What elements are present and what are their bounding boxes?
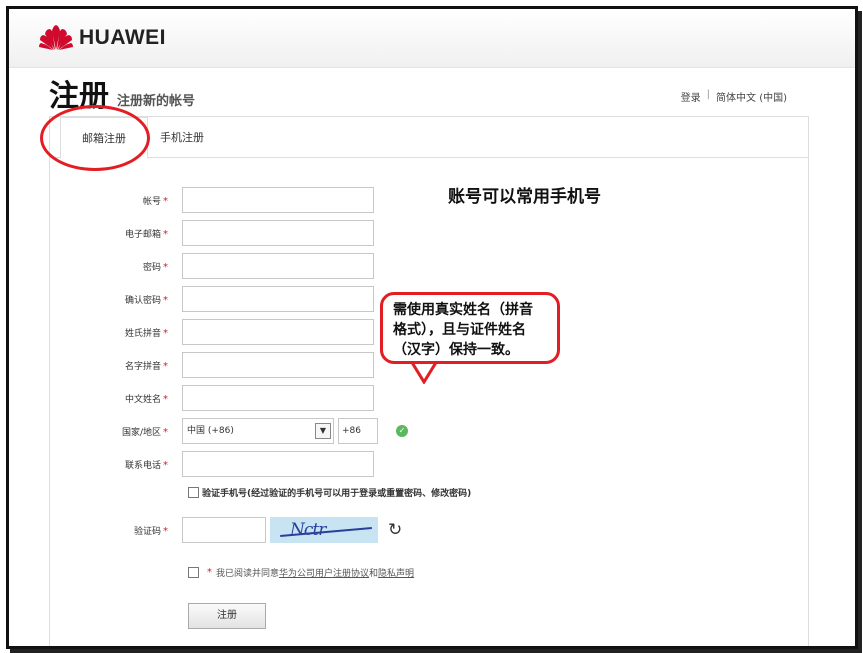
account-row: 帐号 * — [50, 187, 808, 215]
confirm-password-input[interactable] — [182, 286, 374, 312]
agree-checkbox[interactable] — [188, 567, 199, 578]
tab-phone-register[interactable]: 手机注册 — [160, 117, 204, 157]
link-separator: | — [706, 89, 711, 100]
privacy-link[interactable]: 隐私声明 — [378, 566, 414, 579]
country-code-field: +86 — [338, 418, 378, 444]
chinese-name-label: 中文姓名 * — [124, 394, 168, 405]
phone-account-note: 账号可以常用手机号 — [448, 187, 601, 207]
language-selector[interactable]: 简体中文 (中国) — [716, 89, 787, 104]
country-select[interactable]: 中国 (+86) ▼ — [182, 418, 334, 444]
captcha-image[interactable]: Nctr — [270, 517, 378, 543]
callout-line-2: 格式），且与证件姓名 — [393, 322, 526, 338]
login-link[interactable]: 登录 — [681, 89, 701, 104]
tab-highlight-circle — [40, 105, 150, 171]
agreement-row: * 我已阅读并同意 华为公司用户注册协议 和 隐私声明 — [188, 566, 414, 579]
password-label: 密码 * — [142, 262, 168, 273]
verify-phone-checkbox[interactable] — [188, 487, 199, 498]
country-label: 国家/地区 * — [121, 427, 168, 438]
surname-pinyin-label: 姓氏拼音 * — [124, 328, 168, 339]
brand-name: HUAWEI — [79, 26, 166, 49]
email-input[interactable] — [182, 220, 374, 246]
phone-row: 联系电话 * — [50, 451, 808, 479]
callout-line-1: 需使用真实姓名（拼音 — [393, 302, 533, 318]
check-icon: ✓ — [396, 425, 408, 437]
phone-input[interactable] — [182, 451, 374, 477]
captcha-text: Nctr — [290, 520, 326, 540]
chevron-down-icon[interactable]: ▼ — [315, 423, 331, 439]
phone-label: 联系电话 * — [124, 460, 168, 471]
country-row: 国家/地区 * 中国 (+86) ▼ +86 ✓ — [50, 418, 808, 446]
agree-and: 和 — [369, 569, 379, 579]
huawei-flower-icon — [39, 25, 73, 50]
givenname-pinyin-input[interactable] — [182, 352, 374, 378]
top-bar: HUAWEI — [9, 9, 855, 68]
register-button[interactable]: 注册 — [188, 603, 266, 629]
registration-tabs: 邮箱注册 手机注册 — [50, 117, 808, 159]
agree-prefix: 我已阅读并同意 — [216, 569, 280, 579]
agree-required-mark: * — [207, 567, 212, 578]
confirm-password-label: 确认密码 * — [124, 295, 168, 306]
country-select-value: 中国 (+86) — [187, 426, 234, 436]
callout-line-3: （汉字）保持一致。 — [393, 342, 519, 358]
user-agreement-link[interactable]: 华为公司用户注册协议 — [279, 566, 369, 579]
name-requirement-callout: 需使用真实姓名（拼音 格式），且与证件姓名 （汉字）保持一致。 — [380, 292, 560, 364]
email-label: 电子邮箱 * — [124, 229, 168, 240]
huawei-logo: HUAWEI — [39, 23, 166, 53]
email-row: 电子邮箱 * — [50, 220, 808, 248]
captcha-row: 验证码 * Nctr ↻ — [50, 517, 808, 545]
captcha-input[interactable] — [182, 517, 266, 543]
verify-phone-text: 验证手机号(经过验证的手机号可以用于登录或重置密码、修改密码) — [202, 489, 472, 499]
refresh-icon[interactable]: ↻ — [388, 521, 402, 539]
captcha-label: 验证码 * — [133, 526, 168, 537]
givenname-pinyin-label: 名字拼音 * — [124, 361, 168, 372]
page-subtitle: 注册新的帐号 — [117, 94, 196, 109]
password-input[interactable] — [182, 253, 374, 279]
chinese-name-row: 中文姓名 * — [50, 385, 808, 413]
password-row: 密码 * — [50, 253, 808, 281]
account-label: 帐号 * — [142, 196, 168, 207]
chinese-name-input[interactable] — [182, 385, 374, 411]
account-input[interactable] — [182, 187, 374, 213]
top-links: 登录 | 简体中文 (中国) — [681, 89, 787, 104]
surname-pinyin-input[interactable] — [182, 319, 374, 345]
